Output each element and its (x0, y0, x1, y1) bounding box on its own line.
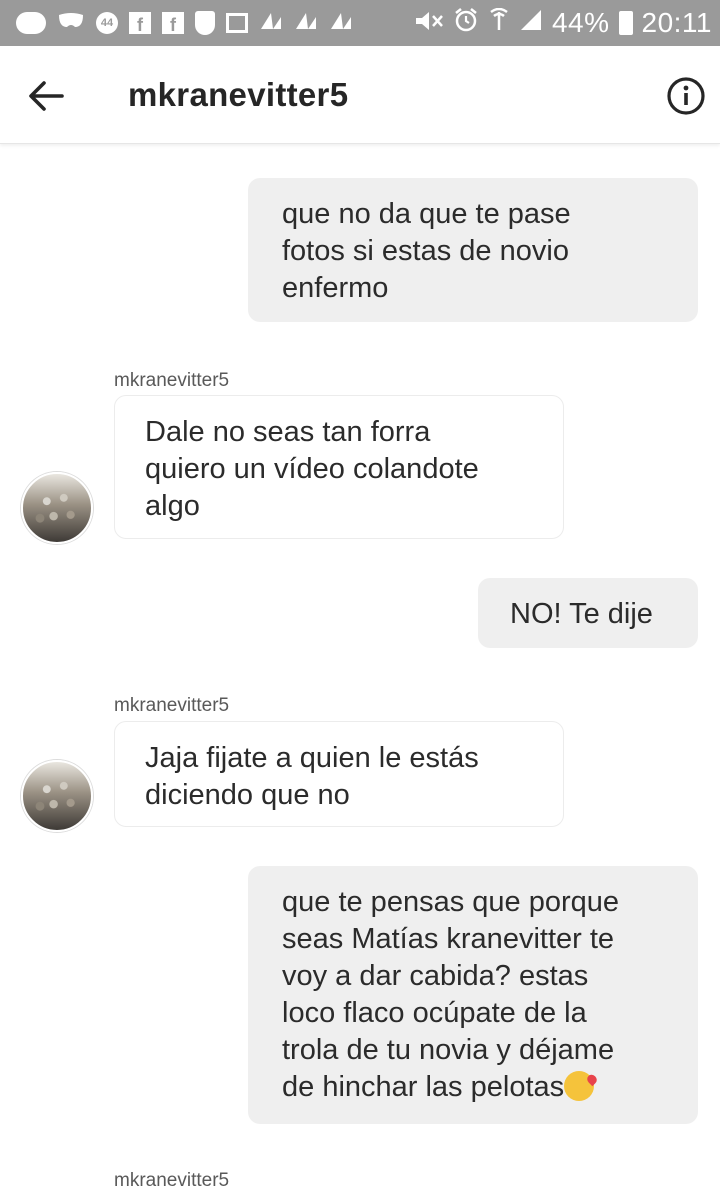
image-icon (226, 13, 248, 33)
sender-name: mkranevitter5 (114, 370, 230, 391)
facebook-icon: f (129, 12, 151, 34)
message-line: algo (145, 490, 200, 522)
message-incoming[interactable]: Jaja fijate a quien le estás diciendo qu… (114, 721, 564, 827)
conversation-header: mkranevitter5 (0, 46, 720, 144)
message-line: que te pensas que porque (282, 886, 619, 918)
conversation-title: mkranevitter5 (128, 76, 349, 113)
back-button[interactable] (26, 76, 66, 116)
message-line: NO! Te dije (510, 598, 653, 630)
shield-icon (195, 11, 215, 35)
message-line: fotos si estas de novio (282, 235, 569, 267)
facebook-icon: f (162, 12, 184, 34)
message-line: trola de tu novia y déjame (282, 1034, 615, 1066)
signal-icon (329, 11, 353, 36)
message-line: voy a dar cabida? estas (282, 960, 589, 992)
message-incoming[interactable]: Dale no seas tan forra quiero un vídeo c… (114, 395, 564, 539)
message-line: diciendo que no (145, 779, 350, 811)
message-line: que no da que te pase (282, 198, 571, 230)
avatar[interactable] (21, 472, 93, 544)
message-outgoing[interactable]: que te pensas que porque seas Matías kra… (248, 866, 698, 1124)
battery-icon (618, 11, 633, 35)
chat-icon (16, 12, 46, 34)
status-bar: 44 f f 44% 20:11 (0, 0, 720, 46)
avatar[interactable] (21, 760, 93, 832)
arrow-left-icon (29, 81, 64, 111)
info-button[interactable] (666, 76, 706, 116)
signal-icon (294, 11, 318, 36)
message-line: quiero un vídeo colandote (145, 453, 479, 485)
signal-icon (259, 11, 283, 36)
status-bar-system: 44% 20:11 (414, 7, 712, 40)
kissing-heart-emoji (564, 1071, 595, 1101)
sender-name: mkranevitter5 (114, 1170, 230, 1191)
message-line: Jaja fijate a quien le estás (145, 742, 479, 774)
message-outgoing[interactable]: que no da que te pase fotos si estas de … (248, 178, 698, 322)
wifi-icon (488, 7, 510, 39)
message-line: Dale no seas tan forra (145, 416, 431, 448)
message-line-with-emoji: de hinchar las pelotas (282, 1069, 670, 1106)
cell-signal-icon (519, 8, 543, 39)
sender-name: mkranevitter5 (114, 695, 230, 716)
mute-icon (414, 8, 444, 39)
message-line: enfermo (282, 272, 389, 304)
message-line: loco flaco ocúpate de la (282, 997, 587, 1029)
info-icon (667, 77, 705, 115)
message-text: de hinchar las pelotas (282, 1071, 565, 1103)
mask-icon (57, 11, 85, 36)
alarm-icon (453, 7, 479, 40)
badge-icon: 44 (96, 12, 118, 34)
clock: 20:11 (641, 7, 712, 38)
status-bar-notifications: 44 f f (16, 11, 353, 36)
message-outgoing[interactable]: NO! Te dije (478, 578, 698, 648)
battery-percent: 44% (551, 7, 610, 38)
message-line: seas Matías kranevitter te (282, 923, 615, 955)
